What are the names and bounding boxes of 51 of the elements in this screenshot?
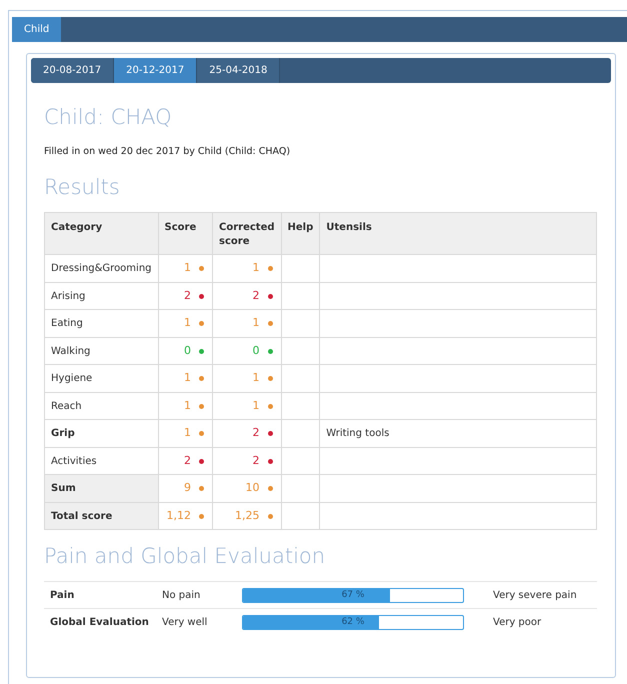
category-cell: Reach [44, 392, 158, 420]
category-cell: Walking [44, 337, 158, 365]
section-heading: Pain and Global Evaluation [44, 546, 326, 568]
category-cell: Total score [44, 502, 158, 530]
evaluation-label: Pain [49, 588, 76, 603]
scale-high-label: Very poor [493, 616, 542, 630]
score-value: 10 [246, 480, 260, 496]
page-title: Child: CHAQ [44, 107, 173, 128]
scale-low-label: No pain [162, 588, 202, 603]
score-value: 1 [252, 315, 260, 332]
score-value: 1,12 [166, 508, 192, 524]
score-value: 0 [252, 342, 260, 359]
filled-in-info: Filled in on wed 20 dec 2017 by Child (Child: CHAQ) [44, 145, 292, 159]
score-value: 2 [184, 288, 192, 304]
progress-reading: 67 % [340, 588, 366, 602]
category-cell: Sum [44, 474, 158, 502]
score-value: 1 [252, 370, 260, 386]
score-value: 2 [252, 425, 260, 442]
score-value: 1 [184, 260, 192, 276]
scale-low-label: Very well [162, 616, 208, 630]
score-value: 2 [252, 288, 260, 304]
score-value: 1 [184, 370, 192, 386]
utensils-text: Writing tools [326, 428, 390, 439]
column-header: Utensils [320, 212, 596, 255]
score-value: 1 [184, 315, 192, 332]
date-tab[interactable]: 25-04-2018 [197, 58, 280, 83]
score-value: 2 [252, 452, 260, 469]
column-header: Help [281, 212, 320, 255]
tab[interactable]: Child [12, 17, 62, 42]
category-cell: Arising [44, 282, 158, 310]
score-value: 1 [252, 398, 260, 414]
score-value: 0 [184, 342, 192, 359]
score-value: 9 [184, 480, 192, 496]
evaluation-label: Global Evaluation [49, 616, 150, 630]
column-header: Score [158, 212, 213, 255]
date-tab[interactable]: 20-12-2017 [114, 58, 198, 83]
progress-reading: 62 % [340, 616, 366, 629]
section-heading: Results [44, 177, 121, 198]
score-value: 1,25 [235, 508, 260, 524]
column-header: Category [44, 212, 158, 255]
category-cell: Eating [44, 310, 158, 338]
score-value: 1 [184, 425, 192, 442]
category-cell: Hygiene [44, 364, 158, 392]
column-header: Corrected score [212, 212, 282, 255]
score-value: 2 [184, 452, 192, 469]
scale-high-label: Very severe pain [493, 588, 577, 603]
score-value: 1 [184, 398, 192, 414]
score-value: 1 [252, 260, 260, 276]
category-cell: Dressing&Grooming [44, 254, 158, 282]
date-tab[interactable]: 20-08-2017 [31, 58, 114, 83]
category-cell: Grip [44, 420, 158, 448]
